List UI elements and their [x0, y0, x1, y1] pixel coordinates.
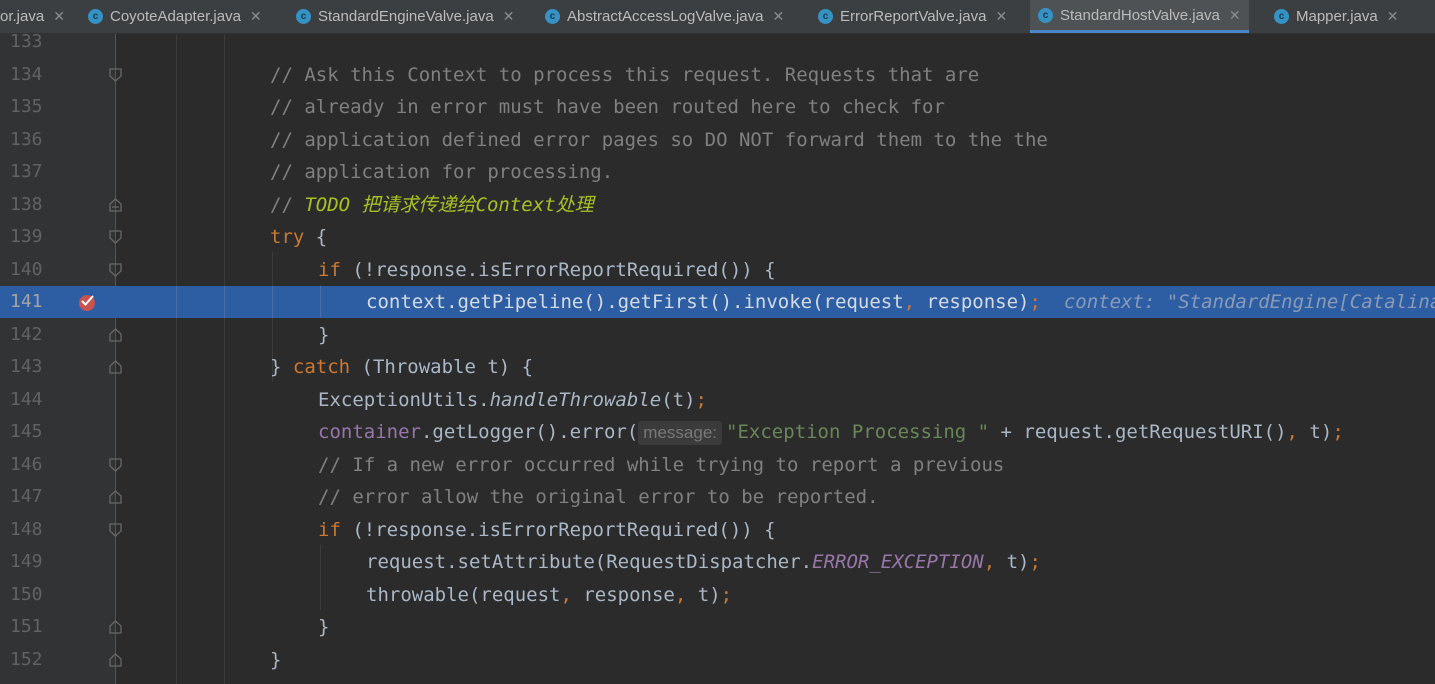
code-line[interactable]: 142 }: [0, 319, 1435, 351]
line-number: 135: [10, 96, 43, 117]
code-line[interactable]: 139 try {: [0, 221, 1435, 253]
line-number: 145: [10, 421, 43, 442]
comment: // application for processing.: [270, 161, 614, 183]
parameter-hint: message:: [638, 421, 722, 445]
code-text: try {: [270, 226, 328, 248]
code-line[interactable]: 145 container.getLogger().error(message:…: [0, 416, 1435, 448]
code-text: ExceptionUtils.handleThrowable(t);: [318, 389, 707, 411]
fold-open-icon[interactable]: [109, 458, 122, 472]
tab-label: ErrorReportValve.java: [840, 8, 987, 25]
fold-close-icon[interactable]: [109, 620, 122, 634]
line-number: 137: [10, 161, 43, 182]
class-icon: c: [545, 9, 560, 24]
close-icon[interactable]: ✕: [1229, 7, 1241, 24]
close-icon[interactable]: ✕: [995, 8, 1007, 25]
tab-label: Mapper.java: [1296, 8, 1378, 25]
line-number: 150: [10, 584, 43, 605]
comment: // error allow the original error to be …: [318, 486, 879, 508]
code-line[interactable]: 138 // TODO 把请求传递给Context处理: [0, 189, 1435, 221]
fold-close-icon[interactable]: [109, 198, 122, 212]
code-line[interactable]: 149 request.setAttribute(RequestDispatch…: [0, 546, 1435, 578]
code-line[interactable]: 137 // application for processing.: [0, 156, 1435, 188]
code-text: throwable(request, response, t);: [366, 584, 733, 606]
close-icon[interactable]: ✕: [773, 8, 785, 25]
line-number: 141: [10, 291, 43, 312]
code-line[interactable]: 150 throwable(request, response, t);: [0, 579, 1435, 611]
tab-label: StandardHostValve.java: [1060, 6, 1220, 24]
close-icon[interactable]: ✕: [53, 8, 65, 25]
code-line[interactable]: 146 // If a new error occurred while try…: [0, 449, 1435, 481]
code-text: context.getPipeline().getFirst().invoke(…: [366, 286, 1435, 318]
line-number: 152: [10, 649, 43, 670]
code-line[interactable]: 152 }: [0, 644, 1435, 676]
line-number: 146: [10, 454, 43, 475]
breakpoint-checked-icon[interactable]: [77, 292, 97, 312]
indent-guide: [272, 286, 273, 318]
tab-label: StandardEngineValve.java: [318, 8, 494, 25]
code-line[interactable]: 136 // application defined error pages s…: [0, 124, 1435, 156]
fold-close-icon[interactable]: [109, 328, 122, 342]
tab-label: AbstractAccessLogValve.java: [567, 8, 764, 25]
code-line[interactable]: 147 // error allow the original error to…: [0, 481, 1435, 513]
comment: // already in error must have been route…: [270, 96, 945, 118]
class-icon: c: [1038, 7, 1053, 23]
tab-label: CoyoteAdapter.java: [110, 8, 241, 25]
code-text: if (!response.isErrorReportRequired()) {: [318, 519, 776, 541]
comment: // If a new error occurred while trying …: [318, 454, 1005, 476]
line-number: 144: [10, 389, 43, 410]
class-icon: c: [296, 9, 311, 24]
fold-open-icon[interactable]: [109, 523, 122, 537]
code-line[interactable]: 134 // Ask this Context to process this …: [0, 59, 1435, 91]
code-line[interactable]: 148 if (!response.isErrorReportRequired(…: [0, 514, 1435, 546]
fold-close-icon[interactable]: [109, 360, 122, 374]
code-text: }: [270, 649, 282, 671]
line-number: 151: [10, 616, 43, 637]
fold-open-icon[interactable]: [109, 263, 122, 277]
code-line[interactable]: 135 // already in error must have been r…: [0, 91, 1435, 123]
class-icon: c: [1274, 9, 1289, 24]
line-number: 149: [10, 551, 43, 572]
code-text: }: [318, 616, 330, 638]
fold-open-icon[interactable]: [109, 68, 122, 82]
code-line[interactable]: 133: [0, 26, 1435, 58]
line-number: 143: [10, 356, 43, 377]
code-text: } catch (Throwable t) {: [270, 356, 534, 378]
current-execution-line[interactable]: 141 context.getPipeline().getFirst().inv…: [0, 286, 1435, 318]
code-text: container.getLogger().error(message: "Exc…: [318, 421, 1344, 445]
class-icon: c: [818, 9, 833, 24]
close-icon[interactable]: ✕: [250, 8, 262, 25]
comment: // Ask this Context to process this requ…: [270, 64, 980, 86]
code-text: }: [318, 324, 330, 346]
code-line[interactable]: 151 }: [0, 611, 1435, 643]
indent-guide: [176, 286, 177, 318]
line-number: 134: [10, 64, 43, 85]
line-number: 138: [10, 194, 43, 215]
tab-label: or.java: [0, 8, 45, 25]
code-text: if (!response.isErrorReportRequired()) {: [318, 259, 776, 281]
code-line[interactable]: 143 } catch (Throwable t) {: [0, 351, 1435, 383]
fold-open-icon[interactable]: [109, 230, 122, 244]
indent-guide: [320, 286, 321, 318]
line-number: 147: [10, 486, 43, 507]
indent-guide: [224, 286, 225, 318]
code-line[interactable]: 140 if (!response.isErrorReportRequired(…: [0, 254, 1435, 286]
fold-close-icon[interactable]: [109, 653, 122, 667]
code-text: request.setAttribute(RequestDispatcher.E…: [366, 551, 1041, 573]
class-icon: c: [88, 9, 103, 24]
line-number: 133: [10, 31, 43, 52]
line-number: 142: [10, 324, 43, 345]
comment: // application defined error pages so DO…: [270, 129, 1048, 151]
line-number: 139: [10, 226, 43, 247]
inline-debug-value: context: "StandardEngine[Catalina]: [1063, 291, 1435, 313]
line-number: 140: [10, 259, 43, 280]
close-icon[interactable]: ✕: [1387, 8, 1399, 25]
close-icon[interactable]: ✕: [503, 8, 515, 25]
line-number: 136: [10, 129, 43, 150]
todo-comment: // TODO 把请求传递给Context处理: [270, 194, 594, 216]
code-line[interactable]: 144 ExceptionUtils.handleThrowable(t);: [0, 384, 1435, 416]
line-number: 148: [10, 519, 43, 540]
fold-close-icon[interactable]: [109, 490, 122, 504]
